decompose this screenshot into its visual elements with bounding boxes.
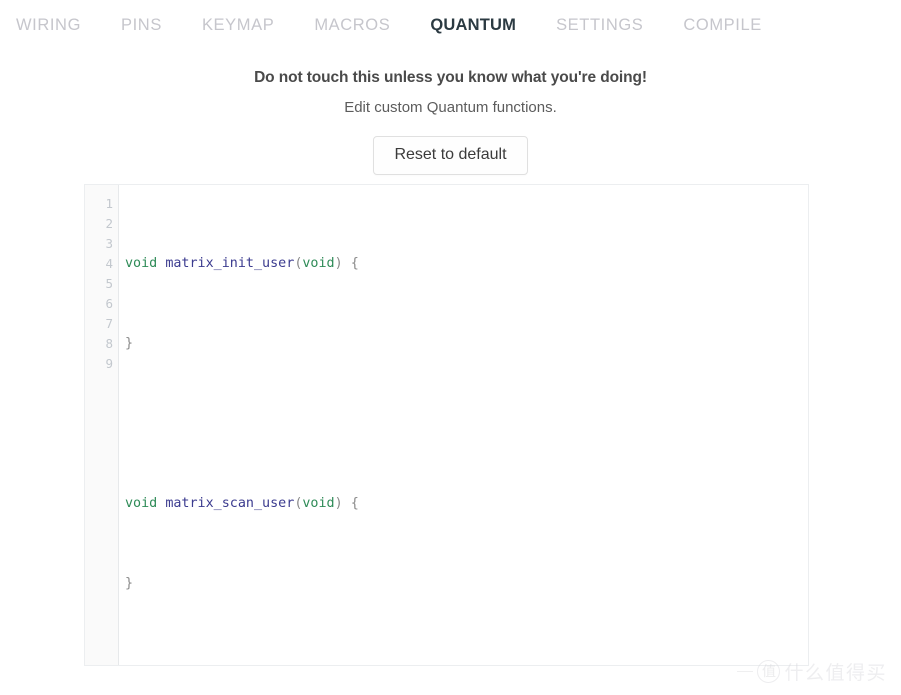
tab-macros[interactable]: MACROS xyxy=(314,14,390,36)
tab-compile[interactable]: COMPILE xyxy=(683,14,761,36)
tab-keymap[interactable]: KEYMAP xyxy=(202,14,274,36)
token-brace-open: { xyxy=(342,256,359,271)
token-paren-close: ) xyxy=(334,496,343,511)
code-line-5: } xyxy=(125,574,808,594)
token-function-name: matrix_scan_user xyxy=(165,496,295,511)
line-number: 8 xyxy=(105,336,113,351)
tab-quantum[interactable]: QUANTUM xyxy=(430,14,516,36)
line-number: 7 xyxy=(105,316,113,331)
reset-to-default-button[interactable]: Reset to default xyxy=(373,136,528,175)
token-function-name: matrix_init_user xyxy=(165,256,295,271)
tab-settings[interactable]: SETTINGS xyxy=(556,14,643,36)
page-heading-block: Do not touch this unless you know what y… xyxy=(0,68,901,118)
warning-heading: Do not touch this unless you know what y… xyxy=(254,69,647,86)
line-number: 6 xyxy=(105,296,113,311)
code-line-2: } xyxy=(125,334,808,354)
token-brace-open: { xyxy=(342,496,359,511)
code-text-area[interactable]: void matrix_init_user(void) { } void mat… xyxy=(119,185,808,665)
token-arg-type: void xyxy=(302,496,335,511)
page-subtitle: Edit custom Quantum functions. xyxy=(344,99,557,116)
token-brace-close: } xyxy=(125,336,134,351)
code-line-1: void matrix_init_user(void) { xyxy=(125,254,808,274)
code-line-4: void matrix_scan_user(void) { xyxy=(125,494,808,514)
line-number: 3 xyxy=(105,236,113,251)
token-type: void xyxy=(125,256,158,271)
token-brace-close: } xyxy=(125,576,134,591)
line-number: 2 xyxy=(105,216,113,231)
main-tab-bar: WIRING PINS KEYMAP MACROS QUANTUM SETTIN… xyxy=(0,0,901,38)
line-number-gutter: 1 2 3 4 5 6 7 8 9 xyxy=(85,185,119,665)
token-type: void xyxy=(125,496,158,511)
token-arg-type: void xyxy=(302,256,335,271)
token-paren-close: ) xyxy=(334,256,343,271)
line-number: 4 xyxy=(105,256,113,271)
line-number: 1 xyxy=(105,196,113,211)
tab-wiring[interactable]: WIRING xyxy=(16,14,81,36)
tab-pins[interactable]: PINS xyxy=(121,14,162,36)
line-number: 5 xyxy=(105,276,113,291)
code-editor[interactable]: 1 2 3 4 5 6 7 8 9 void matrix_init_user(… xyxy=(84,184,809,666)
button-row: Reset to default xyxy=(0,136,901,175)
editor-scrollbar[interactable] xyxy=(799,185,808,665)
watermark-dash xyxy=(737,670,754,673)
line-number: 9 xyxy=(105,356,113,371)
